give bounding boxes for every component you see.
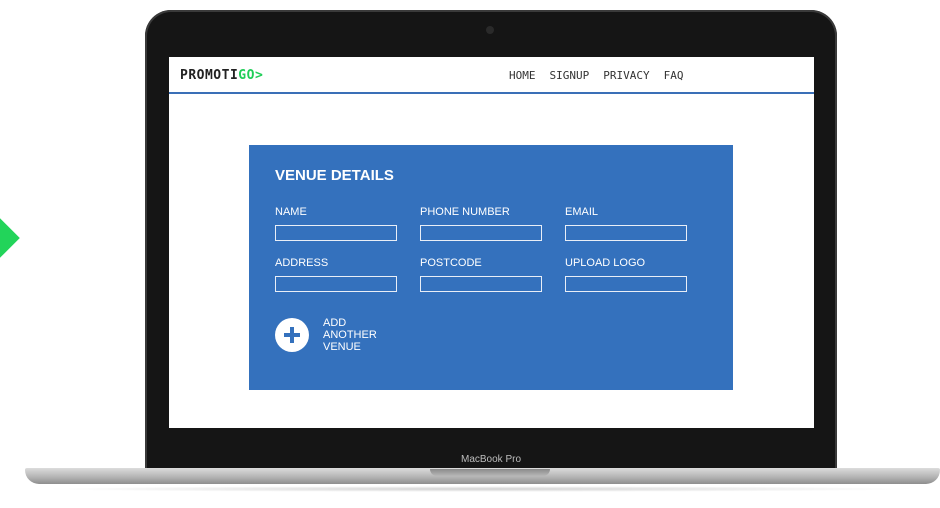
phone-number-field[interactable] <box>420 225 542 241</box>
upload-logo-label: UPLOAD LOGO <box>565 257 646 269</box>
laptop-base-notch <box>430 469 550 476</box>
phone-number-label: PHONE NUMBER <box>420 206 510 218</box>
address-field[interactable] <box>275 276 397 292</box>
logo-accent-text: GO <box>238 68 255 83</box>
laptop-frame: PROMOTIGO> HOME SIGNUP PRIVACY FAQ VENUE… <box>145 10 837 480</box>
nav-home[interactable]: HOME <box>509 69 536 82</box>
postcode-field[interactable] <box>420 276 542 292</box>
green-arrow-decoration <box>0 218 20 258</box>
email-field[interactable] <box>565 225 687 241</box>
nav-faq[interactable]: FAQ <box>664 69 684 82</box>
logo-arrow-icon: > <box>254 68 264 83</box>
logo-text: PROMOTI <box>180 68 239 83</box>
email-label: EMAIL <box>565 206 599 218</box>
plus-icon <box>275 318 309 352</box>
laptop-screen: PROMOTIGO> HOME SIGNUP PRIVACY FAQ VENUE… <box>169 57 814 428</box>
nav-privacy[interactable]: PRIVACY <box>603 69 649 82</box>
device-label: MacBook Pro <box>460 454 522 465</box>
add-another-venue-label: ADD ANOTHER VENUE <box>323 317 377 353</box>
name-label: NAME <box>275 206 307 218</box>
site-header: PROMOTIGO> HOME SIGNUP PRIVACY FAQ <box>169 57 814 94</box>
address-label: ADDRESS <box>275 257 329 269</box>
panel-title: VENUE DETAILS <box>275 167 394 184</box>
add-another-venue-button[interactable]: ADD ANOTHER VENUE <box>275 317 393 353</box>
upload-logo-field[interactable] <box>565 276 687 292</box>
venue-details-panel: VENUE DETAILS NAME PHONE NUMBER EMAIL AD… <box>249 145 733 390</box>
camera-icon <box>486 26 494 34</box>
site-logo[interactable]: PROMOTIGO> <box>180 68 263 83</box>
main-nav: HOME SIGNUP PRIVACY FAQ <box>509 69 683 82</box>
postcode-label: POSTCODE <box>420 257 482 269</box>
nav-signup[interactable]: SIGNUP <box>550 69 590 82</box>
name-field[interactable] <box>275 225 397 241</box>
laptop-shadow <box>40 486 920 492</box>
